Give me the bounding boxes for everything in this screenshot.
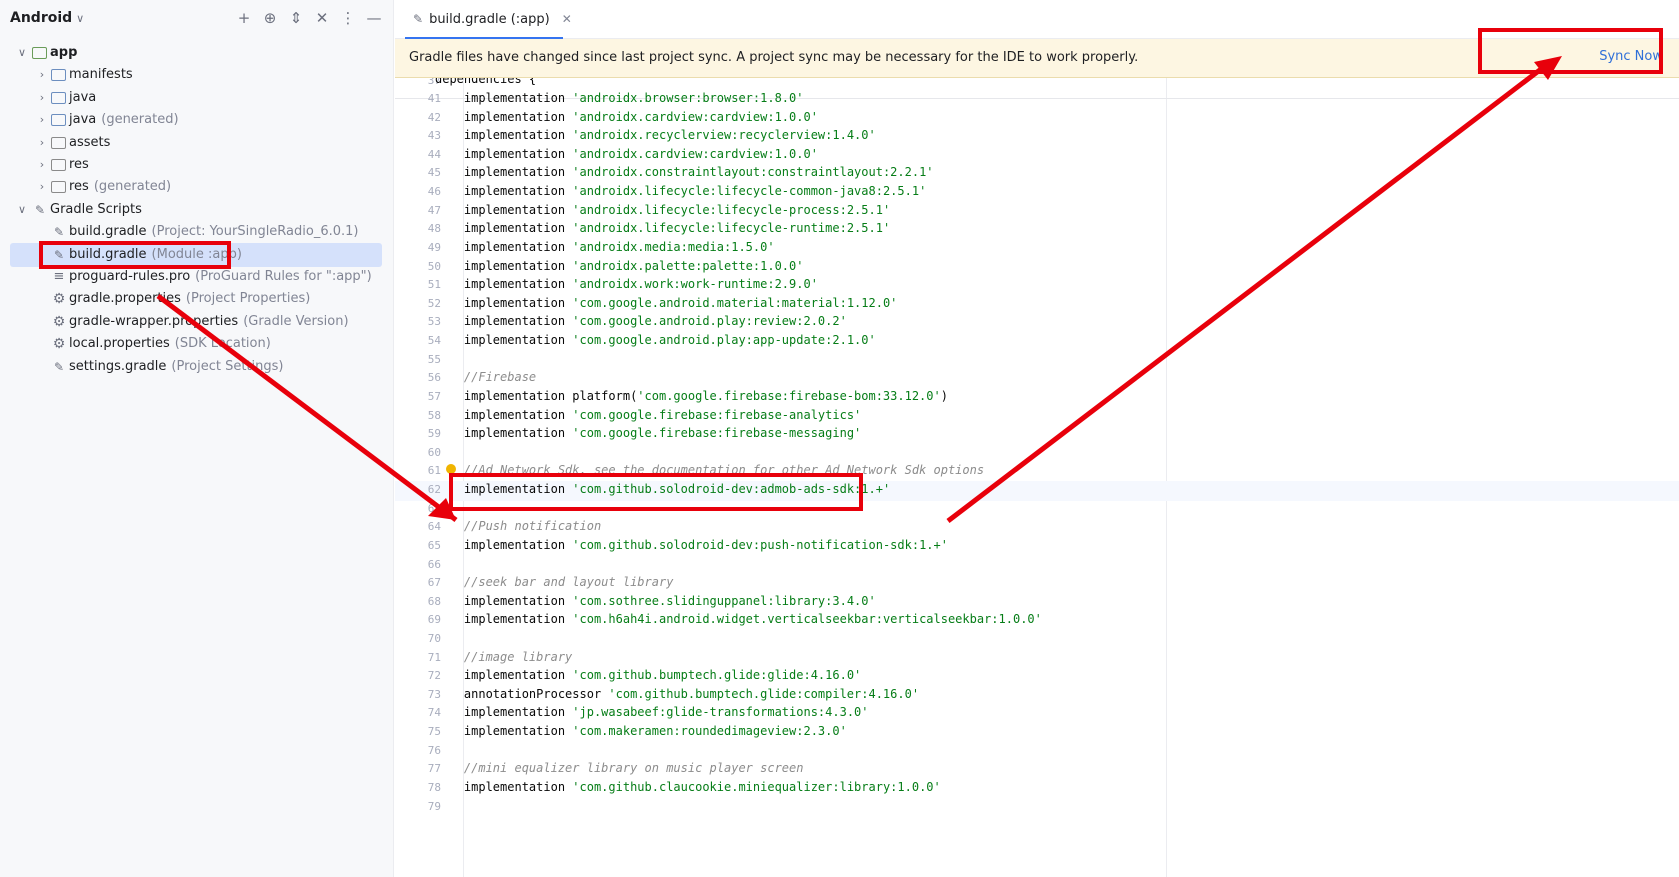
arrow-to-dependency — [156, 294, 458, 522]
arrow-to-sync-now — [946, 61, 1551, 523]
annotation-arrows — [156, 56, 1562, 523]
arrowhead-sync-now — [1534, 56, 1562, 80]
